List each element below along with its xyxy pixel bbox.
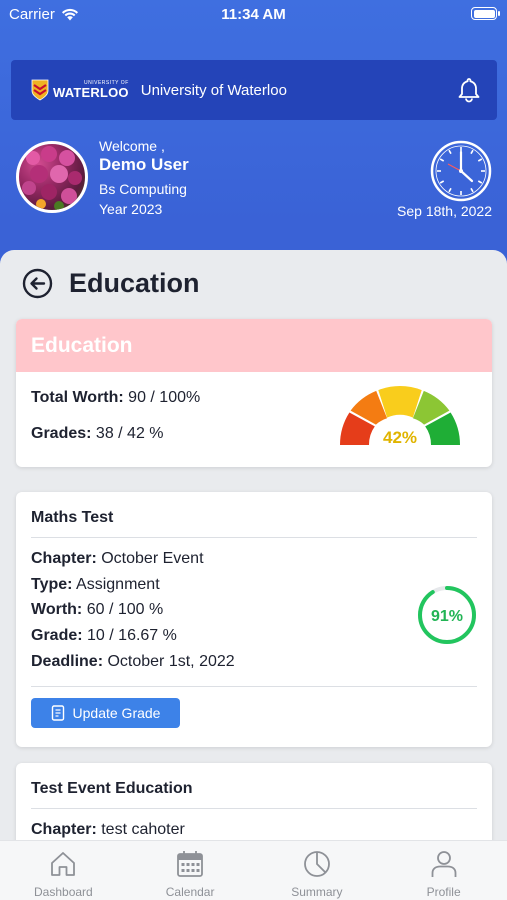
flower-photo xyxy=(22,146,82,210)
event-card[interactable]: Test Event Education Chapter: test cahot… xyxy=(16,763,492,840)
education-summary-card: Education Total Worth: 90 / 100% Grades:… xyxy=(16,319,492,467)
status-bar: Carrier 11:34 AM xyxy=(0,0,507,30)
grades-value: 38 / 42 % xyxy=(95,425,164,442)
event-type: Type: Assignment xyxy=(31,576,160,594)
chapter-label: Chapter: xyxy=(31,550,97,567)
carrier-indicator: Carrier xyxy=(9,6,79,23)
tab-calendar-label: Calendar xyxy=(165,885,215,899)
current-date: Sep 18th, 2022 xyxy=(397,203,492,219)
tab-dashboard-label: Dashboard xyxy=(34,885,93,899)
gauge-percent-label: 42% xyxy=(383,428,417,447)
home-icon xyxy=(51,852,76,876)
event-card[interactable]: Maths Test Chapter: October Event Type: … xyxy=(16,492,492,747)
tab-dashboard[interactable]: Dashboard xyxy=(0,841,127,900)
calendar-icon xyxy=(177,851,204,877)
event-title: Test Event Education xyxy=(31,780,193,797)
clock-icon xyxy=(430,140,492,202)
shield-crest-icon xyxy=(31,79,49,101)
bell-icon[interactable] xyxy=(457,77,481,103)
user-name: Demo User xyxy=(99,155,189,174)
progress-percent-label: 91% xyxy=(431,608,463,625)
type-value: Assignment xyxy=(76,576,160,593)
grades-label: Grades: xyxy=(31,425,92,442)
grades-row: Grades: 38 / 42 % xyxy=(31,425,164,443)
user-year: Year 2023 xyxy=(99,201,163,217)
divider xyxy=(31,686,477,687)
person-icon xyxy=(431,851,457,877)
summary-heading: Education xyxy=(31,333,133,357)
tab-calendar[interactable]: Calendar xyxy=(127,841,254,900)
logo-big-text: WATERLOO xyxy=(53,85,129,100)
tab-summary[interactable]: Summary xyxy=(254,841,381,900)
wifi-icon xyxy=(61,8,78,21)
update-grade-label: Update Grade xyxy=(72,705,161,721)
avatar[interactable] xyxy=(16,141,88,213)
update-grade-button[interactable]: Update Grade xyxy=(31,698,180,728)
deadline-label: Deadline: xyxy=(31,653,104,670)
bottom-tab-bar: Dashboard Calendar Summary Profile xyxy=(0,840,507,900)
tab-profile[interactable]: Profile xyxy=(380,841,507,900)
chapter-value: October Event xyxy=(101,550,204,567)
grade-gauge: 42% xyxy=(339,386,461,447)
back-arrow-icon[interactable] xyxy=(22,268,53,299)
worth-label: Worth: xyxy=(31,601,83,618)
worth-value: 60 / 100 % xyxy=(86,601,164,618)
divider xyxy=(31,808,477,809)
progress-ring: 91% xyxy=(418,586,476,644)
university-logo: UNIVERSITY OF WATERLOO xyxy=(31,79,129,101)
total-worth-label: Total Worth: xyxy=(31,389,124,406)
university-banner: UNIVERSITY OF WATERLOO University of Wat… xyxy=(11,60,497,120)
user-program: Bs Computing xyxy=(99,181,187,197)
event-deadline: Deadline: October 1st, 2022 xyxy=(31,653,235,671)
event-chapter: Chapter: October Event xyxy=(31,550,204,568)
tab-profile-label: Profile xyxy=(426,885,461,899)
carrier-label: Carrier xyxy=(9,6,55,23)
event-chapter: Chapter: test cahoter xyxy=(31,821,185,839)
content-sheet: Education Education Total Worth: 90 / 10… xyxy=(0,250,507,840)
summary-header: Education xyxy=(16,319,492,372)
chapter-label: Chapter: xyxy=(31,821,97,838)
event-worth: Worth: 60 / 100 % xyxy=(31,601,163,619)
user-info: Welcome , Demo User Bs Computing Year 20… xyxy=(99,138,189,219)
page-header: Education xyxy=(22,268,200,299)
chapter-value: test cahoter xyxy=(101,821,185,838)
grade-label: Grade: xyxy=(31,627,83,644)
battery-icon xyxy=(471,7,500,20)
divider xyxy=(31,537,477,538)
type-label: Type: xyxy=(31,576,73,593)
grade-value: 10 / 16.67 % xyxy=(87,627,177,644)
total-worth-value: 90 / 100% xyxy=(128,389,201,406)
event-grade: Grade: 10 / 16.67 % xyxy=(31,627,177,645)
pie-chart-icon xyxy=(303,851,330,877)
document-icon xyxy=(51,705,64,721)
total-worth-row: Total Worth: 90 / 100% xyxy=(31,389,200,407)
welcome-text: Welcome , xyxy=(99,138,165,154)
page-title: Education xyxy=(69,268,200,298)
event-title: Maths Test xyxy=(31,509,114,526)
tab-summary-label: Summary xyxy=(291,885,343,899)
university-name: University of Waterloo xyxy=(140,81,287,99)
deadline-value: October 1st, 2022 xyxy=(107,653,235,670)
